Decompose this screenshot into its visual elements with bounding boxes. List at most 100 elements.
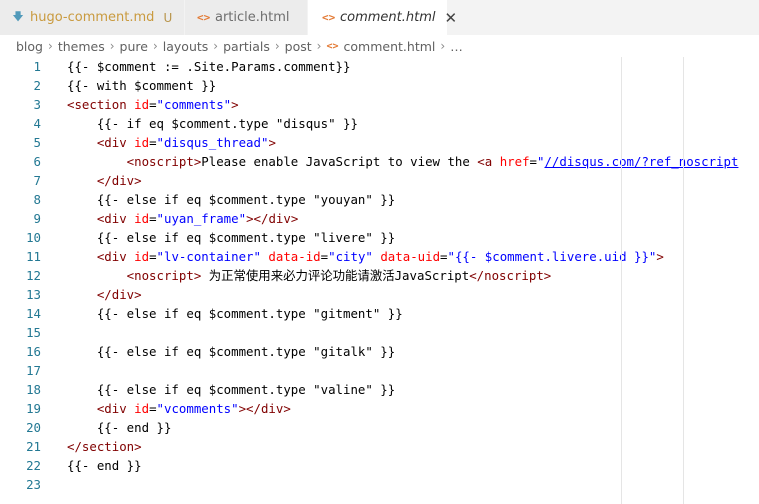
breadcrumb-layouts[interactable]: layouts bbox=[163, 39, 209, 54]
code-text: <noscript> 为正常使用来必力评论功能请激活JavaScript</no… bbox=[67, 266, 552, 285]
code-text: {{- if eq $comment.type "disqus" }} bbox=[67, 114, 358, 133]
code-line[interactable]: 18 {{- else if eq $comment.type "valine"… bbox=[0, 380, 759, 399]
line-number: 3 bbox=[33, 97, 41, 112]
chevron-right-icon: › bbox=[109, 39, 115, 53]
line-number: 1 bbox=[33, 59, 41, 74]
line-number: 2 bbox=[33, 78, 41, 93]
code-token: = bbox=[529, 154, 537, 169]
code-text: <div id="uyan_frame"></div> bbox=[67, 209, 298, 228]
code-line[interactable]: 4 {{- if eq $comment.type "disqus" }} bbox=[0, 114, 759, 133]
line-number: 14 bbox=[26, 306, 41, 321]
code-token: = bbox=[149, 97, 157, 112]
code-token: <div bbox=[67, 211, 135, 226]
code-token: {{- end }} bbox=[67, 458, 142, 473]
code-token: "lv-container" bbox=[156, 249, 261, 264]
chevron-right-icon: › bbox=[440, 39, 446, 53]
code-token: data-id bbox=[260, 249, 321, 264]
breadcrumb-post[interactable]: post bbox=[285, 39, 312, 54]
line-number: 21 bbox=[26, 439, 41, 454]
code-token: {{- else if eq $comment.type "gitalk" }} bbox=[67, 344, 396, 359]
line-number: 4 bbox=[33, 116, 41, 131]
code-line[interactable]: 13 </div> bbox=[0, 285, 759, 304]
line-number: 5 bbox=[33, 135, 41, 150]
code-token: href bbox=[499, 154, 530, 169]
line-number: 20 bbox=[26, 420, 41, 435]
code-line[interactable]: 20 {{- end }} bbox=[0, 418, 759, 437]
code-token: "{{- $comment.livere.uid }}" bbox=[447, 249, 657, 264]
code-token: {{- $comment := .Site.Params.comment}} bbox=[67, 59, 351, 74]
breadcrumb-blog[interactable]: blog bbox=[16, 39, 43, 54]
code-line[interactable]: 23 bbox=[0, 475, 759, 494]
code-token: id bbox=[134, 249, 150, 264]
code-line[interactable]: 14 {{- else if eq $comment.type "gitment… bbox=[0, 304, 759, 323]
code-token: {{- else if eq $comment.type "valine" }} bbox=[67, 382, 396, 397]
code-token: </section> bbox=[67, 439, 142, 454]
line-number: 22 bbox=[26, 458, 41, 473]
line-number: 15 bbox=[26, 325, 41, 340]
code-line[interactable]: 11 <div id="lv-container" data-id="city"… bbox=[0, 247, 759, 266]
tab-comment-html[interactable]: <> comment.html ✕ bbox=[308, 0, 457, 35]
code-token: ></div> bbox=[246, 211, 299, 226]
line-number: 10 bbox=[26, 230, 41, 245]
code-text: {{- else if eq $comment.type "livere" }} bbox=[67, 228, 395, 247]
editor-tab-bar: 🡇 hugo-comment.md U <> article.html <> c… bbox=[0, 0, 759, 35]
code-line[interactable]: 21 </section> bbox=[0, 437, 759, 456]
code-text: {{- with $comment }} bbox=[67, 76, 216, 95]
line-number: 17 bbox=[26, 363, 41, 378]
code-token: "city" bbox=[328, 249, 373, 264]
code-editor[interactable]: 1 {{- $comment := .Site.Params.comment}} 2… bbox=[0, 57, 759, 504]
code-text: <div id="vcomments"></div> bbox=[67, 399, 291, 418]
code-text: {{- else if eq $comment.type "gitalk" }} bbox=[67, 342, 395, 361]
code-line[interactable]: 9 <div id="uyan_frame"></div> bbox=[0, 209, 759, 228]
code-text: <div id="disqus_thread"> bbox=[67, 133, 276, 152]
tab-hugo-comment-md[interactable]: 🡇 hugo-comment.md U bbox=[0, 0, 185, 35]
code-line[interactable]: 19 <div id="vcomments"></div> bbox=[0, 399, 759, 418]
line-number: 7 bbox=[33, 173, 41, 188]
code-line[interactable]: 1 {{- $comment := .Site.Params.comment}} bbox=[0, 57, 759, 76]
code-token: <noscript> bbox=[67, 268, 202, 283]
code-token: <div bbox=[67, 135, 135, 150]
code-token: </div> bbox=[67, 173, 142, 188]
code-line[interactable]: 12 <noscript> 为正常使用来必力评论功能请激活JavaScript<… bbox=[0, 266, 759, 285]
breadcrumb: blog › themes › pure › layouts › partial… bbox=[0, 35, 759, 57]
markdown-download-icon: 🡇 bbox=[12, 10, 24, 23]
code-token: = bbox=[149, 211, 157, 226]
code-text: {{- end }} bbox=[67, 418, 172, 437]
code-text: {{- else if eq $comment.type "valine" }} bbox=[67, 380, 395, 399]
close-icon[interactable]: ✕ bbox=[445, 9, 458, 27]
line-number: 16 bbox=[26, 344, 41, 359]
code-token: = bbox=[149, 249, 157, 264]
code-line[interactable]: 6 <noscript>Please enable JavaScript to … bbox=[0, 152, 759, 171]
breadcrumb-comment-html[interactable]: comment.html bbox=[344, 39, 436, 54]
code-line[interactable]: 7 </div> bbox=[0, 171, 759, 190]
breadcrumb-partials[interactable]: partials bbox=[223, 39, 270, 54]
code-token: <a bbox=[477, 154, 500, 169]
breadcrumb-ellipsis[interactable]: … bbox=[450, 39, 463, 54]
code-token: id bbox=[134, 135, 150, 150]
code-line[interactable]: 17 bbox=[0, 361, 759, 380]
code-token: 为正常使用来必力评论功能请激活JavaScript bbox=[201, 268, 470, 283]
code-token: > bbox=[656, 249, 664, 264]
code-token: = bbox=[320, 249, 329, 264]
tab-article-html[interactable]: <> article.html bbox=[185, 0, 308, 35]
chevron-right-icon: › bbox=[152, 39, 158, 53]
breadcrumb-pure[interactable]: pure bbox=[120, 39, 148, 54]
code-token: </div> bbox=[67, 287, 142, 302]
code-line[interactable]: 8 {{- else if eq $comment.type "youyan" … bbox=[0, 190, 759, 209]
code-line[interactable]: 2 {{- with $comment }} bbox=[0, 76, 759, 95]
code-line[interactable]: 16 {{- else if eq $comment.type "gitalk"… bbox=[0, 342, 759, 361]
line-number: 19 bbox=[26, 401, 41, 416]
code-token: {{- else if eq $comment.type "livere" }} bbox=[67, 230, 396, 245]
code-token: <noscript> bbox=[67, 154, 202, 169]
chevron-right-icon: › bbox=[274, 39, 280, 53]
code-text: <section id="comments"> bbox=[67, 95, 239, 114]
code-line[interactable]: 3 <section id="comments"> bbox=[0, 95, 759, 114]
breadcrumb-themes[interactable]: themes bbox=[58, 39, 105, 54]
code-line[interactable]: 5 <div id="disqus_thread"> bbox=[0, 133, 759, 152]
editor-ruler bbox=[621, 57, 622, 504]
code-line[interactable]: 15 bbox=[0, 323, 759, 342]
code-line[interactable]: 22 {{- end }} bbox=[0, 456, 759, 475]
chevron-right-icon: › bbox=[316, 39, 322, 53]
code-text: <noscript>Please enable JavaScript to vi… bbox=[67, 152, 739, 171]
code-line[interactable]: 10 {{- else if eq $comment.type "livere"… bbox=[0, 228, 759, 247]
